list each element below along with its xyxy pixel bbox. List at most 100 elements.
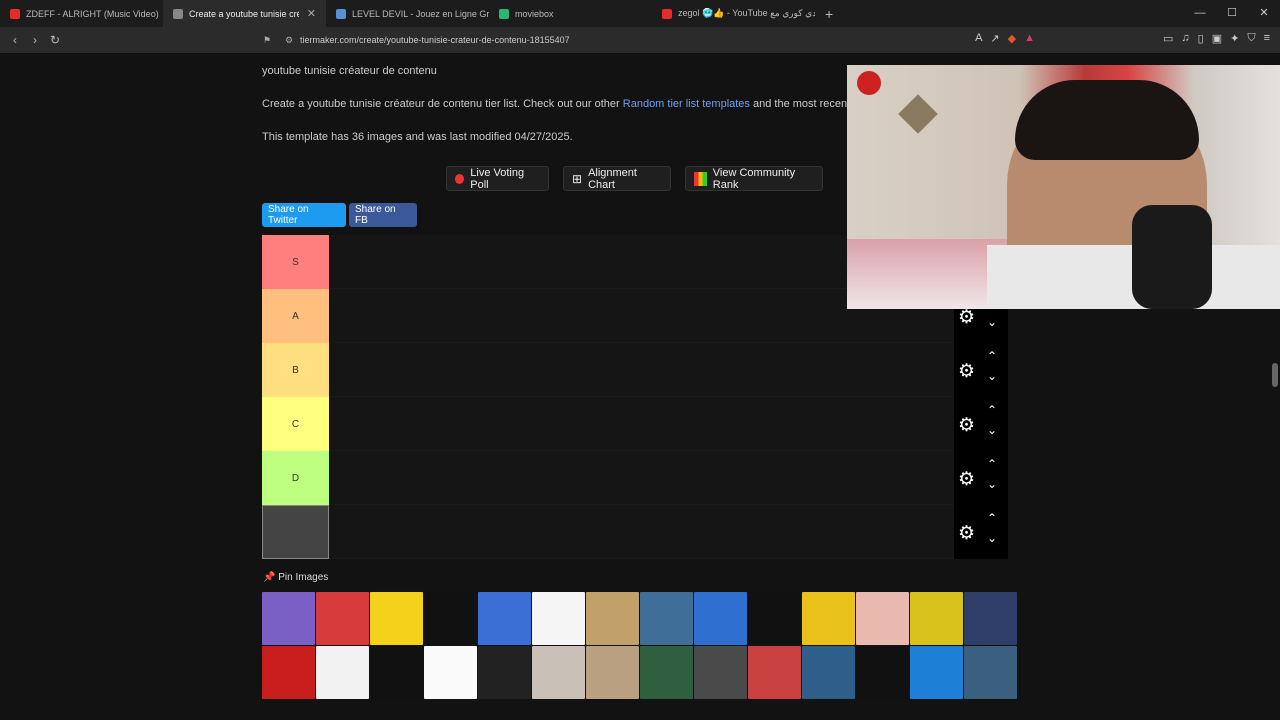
alignment-label: Alignment Chart xyxy=(588,166,637,191)
move-up-icon[interactable]: ⌃ xyxy=(987,511,997,525)
tier-label[interactable]: B xyxy=(262,343,329,397)
move-down-icon[interactable]: ⌄ xyxy=(987,423,997,437)
scrollbar[interactable] xyxy=(1272,363,1278,387)
gear-icon[interactable]: ⚙ xyxy=(958,468,975,491)
new-tab-button[interactable]: + xyxy=(815,0,843,27)
move-up-icon[interactable]: ⌃ xyxy=(987,403,997,417)
pin-images[interactable]: 📌 Pin Images xyxy=(263,572,328,583)
tier-label[interactable]: A xyxy=(262,289,329,343)
share-icon[interactable]: ↗ xyxy=(990,32,999,45)
bookmark-icon[interactable]: ⚑ xyxy=(256,30,278,50)
back-icon[interactable]: ‹ xyxy=(5,33,25,47)
tier-image[interactable] xyxy=(910,592,963,645)
close-tab-icon[interactable]: ✕ xyxy=(307,7,316,20)
tab-4[interactable]: zegol 🥶👍 - YouTube تحدي كوري مع xyxy=(652,0,815,27)
toolbar-icons: A ↗ ◆ ▲ ▭ ♫ ▯ ▣ ✦ ⛉ ≡ xyxy=(975,32,1270,45)
share-twitter-button[interactable]: Share on Twitter xyxy=(262,203,346,227)
record-icon xyxy=(455,173,465,184)
microphone xyxy=(1132,205,1212,309)
tier-image[interactable] xyxy=(532,592,585,645)
translate-icon[interactable]: A xyxy=(975,32,982,45)
sidebar-icon[interactable]: ▭ xyxy=(1163,32,1173,45)
community-label: View Community Rank xyxy=(712,166,796,191)
community-rank-button[interactable]: View Community Rank xyxy=(685,166,823,191)
tier-image[interactable] xyxy=(262,592,315,645)
tier-image[interactable] xyxy=(478,592,531,645)
share-fb-button[interactable]: Share on FB xyxy=(349,203,417,227)
tier-row[interactable]: ⚙ ⌃ ⌄ xyxy=(262,505,1008,559)
tab-3[interactable]: moviebox xyxy=(489,0,652,27)
tier-row[interactable]: B ⚙ ⌃ ⌄ xyxy=(262,343,1008,397)
tier-image[interactable] xyxy=(640,592,693,645)
tier-image[interactable] xyxy=(802,646,855,699)
pin-icon: 📌 xyxy=(263,572,276,583)
poll-label: Live Voting Poll xyxy=(470,166,525,191)
tier-label[interactable] xyxy=(262,505,329,559)
tier-image[interactable] xyxy=(640,646,693,699)
rewards-icon[interactable]: ▲ xyxy=(1024,32,1035,45)
tier-image[interactable] xyxy=(424,646,477,699)
tab-title: moviebox xyxy=(515,8,554,19)
gear-icon[interactable]: ⚙ xyxy=(958,306,975,329)
tier-image[interactable] xyxy=(694,592,747,645)
gear-icon[interactable]: ⚙ xyxy=(958,414,975,437)
brave-shield-icon[interactable]: ◆ xyxy=(1008,32,1016,45)
tab-1[interactable]: Create a youtube tunisie créateur ✕ xyxy=(163,0,326,27)
wallet-icon[interactable]: ▣ xyxy=(1212,32,1222,45)
tab-2[interactable]: LEVEL DEVIL - Jouez en Ligne Gratuit xyxy=(326,0,489,27)
tier-image[interactable] xyxy=(694,646,747,699)
tier-image[interactable] xyxy=(316,592,369,645)
move-down-icon[interactable]: ⌄ xyxy=(987,531,997,545)
random-templates-link[interactable]: Random tier list templates xyxy=(623,98,750,110)
music-icon[interactable]: ♫ xyxy=(1181,32,1189,45)
extensions-icon[interactable]: ✦ xyxy=(1230,32,1239,45)
tier-image[interactable] xyxy=(532,646,585,699)
live-voting-poll-button[interactable]: Live Voting Poll xyxy=(446,166,549,191)
spotify-icon xyxy=(857,71,881,95)
tier-image[interactable] xyxy=(370,646,423,699)
tier-image[interactable] xyxy=(586,646,639,699)
tier-image[interactable] xyxy=(262,646,315,699)
reader-icon[interactable]: ▯ xyxy=(1198,32,1204,45)
move-down-icon[interactable]: ⌄ xyxy=(987,315,997,329)
move-up-icon[interactable]: ⌃ xyxy=(987,457,997,471)
tier-label[interactable]: S xyxy=(262,235,329,289)
youtube-icon xyxy=(10,8,20,19)
tier-label[interactable]: C xyxy=(262,397,329,451)
move-down-icon[interactable]: ⌄ xyxy=(987,477,997,491)
tier-image[interactable] xyxy=(910,646,963,699)
forward-icon[interactable]: › xyxy=(25,33,45,47)
tier-row[interactable]: C ⚙ ⌃ ⌄ xyxy=(262,397,1008,451)
vpn-icon[interactable]: ⛉ xyxy=(1247,32,1255,45)
url-text: tiermaker.com/create/youtube-tunisie-cra… xyxy=(300,35,570,45)
gear-icon[interactable]: ⚙ xyxy=(958,522,975,545)
tier-image[interactable] xyxy=(424,592,477,645)
gear-icon[interactable]: ⚙ xyxy=(958,360,975,383)
tier-image[interactable] xyxy=(748,592,801,645)
reload-icon[interactable]: ↻ xyxy=(45,33,65,47)
moviebox-icon xyxy=(499,8,509,19)
tier-label[interactable]: D xyxy=(262,451,329,505)
move-down-icon[interactable]: ⌄ xyxy=(987,369,997,383)
tier-image[interactable] xyxy=(586,592,639,645)
tier-image[interactable] xyxy=(316,646,369,699)
address-bar: ‹ › ↻ ⚑ ⚙ tiermaker.com/create/youtube-t… xyxy=(0,27,1280,53)
menu-icon[interactable]: ≡ xyxy=(1264,32,1270,45)
url-field[interactable]: ⚑ ⚙ tiermaker.com/create/youtube-tunisie… xyxy=(256,30,1006,50)
move-up-icon[interactable]: ⌃ xyxy=(987,349,997,363)
tier-image[interactable] xyxy=(856,592,909,645)
tab-0[interactable]: ZDEFF - ALRIGHT (Music Video) xyxy=(0,0,163,27)
tier-image[interactable] xyxy=(370,592,423,645)
site-info-icon[interactable]: ⚙ xyxy=(278,30,300,50)
tier-row[interactable]: D ⚙ ⌃ ⌄ xyxy=(262,451,1008,505)
tier-image[interactable] xyxy=(478,646,531,699)
close-window-icon[interactable]: ✕ xyxy=(1248,0,1280,27)
minimize-icon[interactable]: — xyxy=(1184,0,1216,27)
tier-image[interactable] xyxy=(748,646,801,699)
tier-image[interactable] xyxy=(856,646,909,699)
tier-image[interactable] xyxy=(802,592,855,645)
maximize-icon[interactable]: ☐ xyxy=(1216,0,1248,27)
tier-image[interactable] xyxy=(964,592,1017,645)
tier-image[interactable] xyxy=(964,646,1017,699)
alignment-chart-button[interactable]: ⊞ Alignment Chart xyxy=(563,166,671,191)
